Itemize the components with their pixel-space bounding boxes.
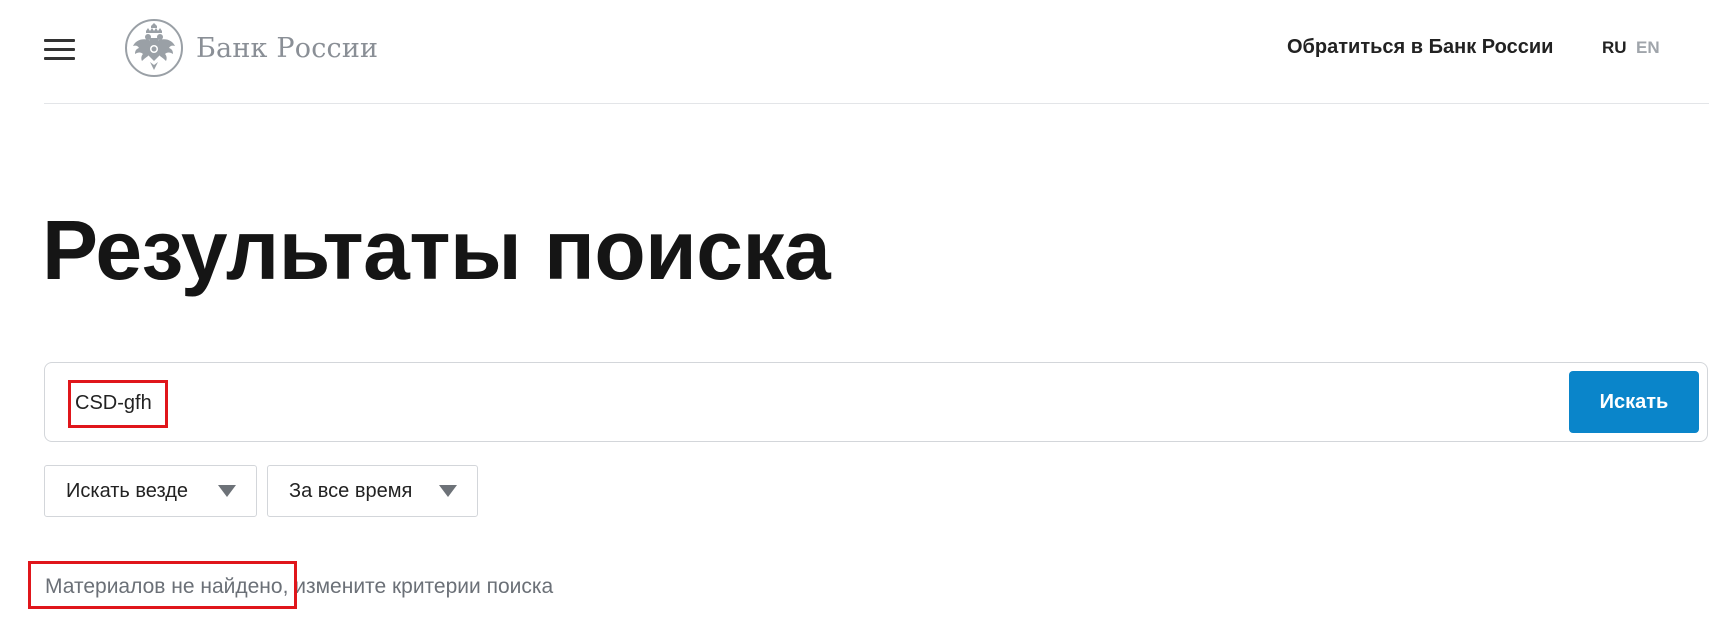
header-divider — [44, 103, 1709, 104]
no-results-message: Материалов не найдено, измените критерии… — [45, 575, 554, 598]
period-filter-dropdown[interactable]: За все время — [267, 465, 478, 517]
chevron-down-icon — [439, 485, 457, 497]
bank-emblem-icon — [125, 19, 183, 77]
logo[interactable]: Банк России — [124, 18, 378, 78]
language-en[interactable]: EN — [1636, 38, 1660, 58]
search-input[interactable] — [75, 385, 1575, 421]
search-bar: Искать — [44, 362, 1708, 442]
scope-filter-label: Искать везде — [66, 479, 188, 502]
scope-filter-dropdown[interactable]: Искать везде — [44, 465, 257, 517]
logo-text: Банк России — [196, 32, 379, 64]
page: Банк России Обратиться в Банк России RU … — [0, 0, 1725, 622]
period-filter-label: За все время — [289, 479, 413, 502]
chevron-down-icon — [218, 485, 236, 497]
language-ru[interactable]: RU — [1602, 38, 1627, 58]
menu-icon[interactable] — [44, 38, 75, 60]
contact-bank-link[interactable]: Обратиться в Банк России — [1287, 36, 1553, 59]
page-title: Результаты поиска — [42, 203, 831, 297]
search-button[interactable]: Искать — [1569, 371, 1699, 433]
